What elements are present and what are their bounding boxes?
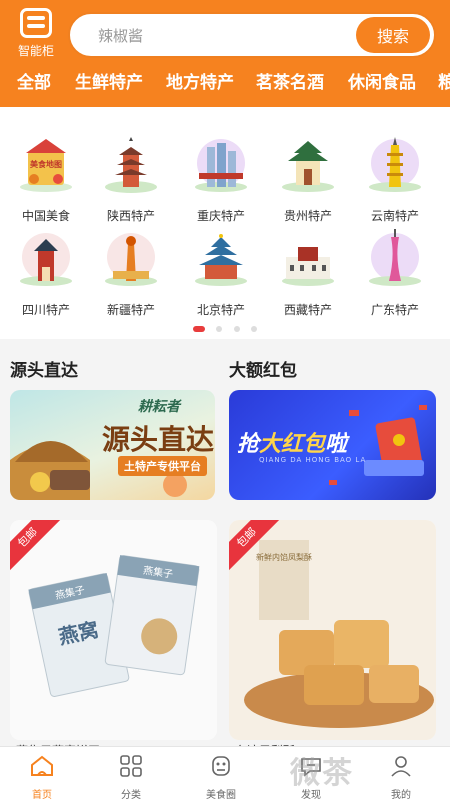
guangdong-tower-icon — [369, 229, 421, 286]
carousel-dot-active[interactable] — [193, 325, 206, 332]
nav-home[interactable]: 首页 — [7, 753, 77, 800]
svg-text:新鲜内馅凤梨酥: 新鲜内馅凤梨酥 — [256, 552, 312, 562]
category-grid-icon — [120, 755, 142, 777]
region-label: 中国美食 — [21, 209, 70, 223]
section-title-source-direct: 源头直达 — [10, 361, 78, 381]
region-label: 重庆特产 — [196, 209, 245, 223]
carousel-dot[interactable] — [250, 325, 257, 332]
headline-highlight: 大红包 — [259, 432, 326, 457]
region-label: 北京特产 — [196, 303, 245, 317]
nav-label: 首页 — [32, 790, 52, 800]
tibet-palace-icon — [282, 247, 334, 286]
product-card[interactable]: 燕集子 燕窝 燕集子 包邮 — [10, 520, 217, 740]
tab-grain[interactable]: 粮 — [438, 68, 450, 93]
logo-label: 智能柜 — [17, 44, 54, 58]
region-sichuan[interactable]: 四川特产 — [8, 227, 84, 318]
nav-category[interactable]: 分类 — [96, 753, 166, 800]
profile-icon — [391, 756, 411, 777]
search-bar: 搜索 — [68, 12, 436, 58]
region-label: 陕西特产 — [106, 209, 155, 223]
food-circle-icon — [212, 756, 230, 776]
region-china-food[interactable]: 美食地图 中国美食 — [8, 133, 84, 224]
carousel-dot[interactable] — [216, 325, 223, 332]
region-label: 西藏特产 — [283, 303, 332, 317]
tab-tea-wine[interactable]: 茗茶名酒 — [256, 68, 324, 93]
chongqing-towers-icon — [195, 139, 247, 192]
yunnan-pagoda-icon — [369, 137, 421, 192]
svg-text:美食地图: 美食地图 — [30, 159, 62, 169]
red-packet-banner[interactable]: 抢大红包啦 QIANG DA HONG BAO LA — [229, 390, 436, 500]
tab-snacks[interactable]: 休闲食品 — [348, 68, 416, 93]
china-food-icon: 美食地图 — [20, 139, 72, 192]
search-input[interactable] — [98, 23, 338, 49]
region-guizhou[interactable]: 贵州特产 — [270, 133, 346, 224]
guizhou-pavilion-icon — [282, 141, 334, 192]
region-xinjiang[interactable]: 新疆特产 — [93, 227, 169, 318]
shaanxi-pagoda-icon — [105, 137, 157, 193]
product-image: 新鲜内馅凤梨酥 — [229, 520, 436, 740]
source-direct-banner[interactable]: 耕耘者 源头直达 土特产专供平台 — [10, 390, 215, 500]
region-label: 云南特产 — [370, 209, 419, 223]
region-label: 贵州特产 — [283, 209, 332, 223]
tab-local[interactable]: 地方特产 — [166, 68, 234, 93]
nav-label: 分类 — [121, 790, 141, 800]
headline-part: 抢 — [237, 432, 260, 457]
nav-profile[interactable]: 我的 — [366, 753, 436, 800]
app-header: 智能柜 搜索 全部 生鲜特产 地方特产 茗茶名酒 休闲食品 粮 — [0, 0, 450, 107]
smart-locker-logo[interactable]: 智能柜 — [10, 8, 62, 60]
xinjiang-tower-icon — [105, 233, 157, 286]
beijing-temple-icon — [195, 234, 247, 286]
banner-pinyin: QIANG DA HONG BAO LA — [259, 456, 367, 464]
region-tibet[interactable]: 西藏特产 — [270, 227, 346, 318]
nav-label: 美食圈 — [206, 790, 236, 800]
region-chongqing[interactable]: 重庆特产 — [183, 133, 259, 224]
carousel-dot[interactable] — [233, 325, 240, 332]
headline-part: 啦 — [325, 432, 348, 457]
region-guangdong[interactable]: 广东特产 — [357, 227, 433, 318]
bottom-nav: 首页 分类 美食圈 发现 我的 — [0, 746, 450, 800]
home-icon — [31, 755, 53, 776]
region-label: 四川特产 — [21, 303, 70, 317]
watermark: 微茶 — [290, 756, 354, 791]
nav-food-circle[interactable]: 美食圈 — [186, 753, 256, 800]
section-title-red-packet: 大额红包 — [229, 361, 297, 381]
region-shaanxi[interactable]: 陕西特产 — [93, 133, 169, 224]
region-beijing[interactable]: 北京特产 — [183, 227, 259, 318]
region-grid: 美食地图 中国美食 陕西特产 重庆特产 贵州特产 云南特产 四川特产 新疆特产 … — [0, 107, 450, 339]
banner-subtitle: 土特产专供平台 — [118, 456, 207, 476]
category-tabs: 全部 生鲜特产 地方特产 茗茶名酒 休闲食品 粮 — [0, 66, 450, 100]
search-button[interactable]: 搜索 — [356, 17, 430, 53]
tab-fresh[interactable]: 生鲜特产 — [75, 68, 143, 93]
region-yunnan[interactable]: 云南特产 — [357, 133, 433, 224]
product-card[interactable]: 新鲜内馅凤梨酥 包邮 — [229, 520, 436, 740]
banner-brand: 耕耘者 — [138, 399, 180, 415]
nav-label: 我的 — [391, 790, 411, 800]
sichuan-tower-icon — [20, 233, 72, 286]
carousel-dots — [0, 318, 450, 337]
tab-all[interactable]: 全部 — [17, 68, 51, 93]
region-label: 新疆特产 — [106, 303, 155, 317]
banner-headline: 源头直达 — [102, 423, 215, 456]
banner-headline: 抢大红包啦 — [237, 426, 347, 458]
locker-icon — [20, 8, 52, 38]
product-image: 燕集子 燕窝 燕集子 — [10, 520, 217, 740]
region-label: 广东特产 — [370, 303, 419, 317]
